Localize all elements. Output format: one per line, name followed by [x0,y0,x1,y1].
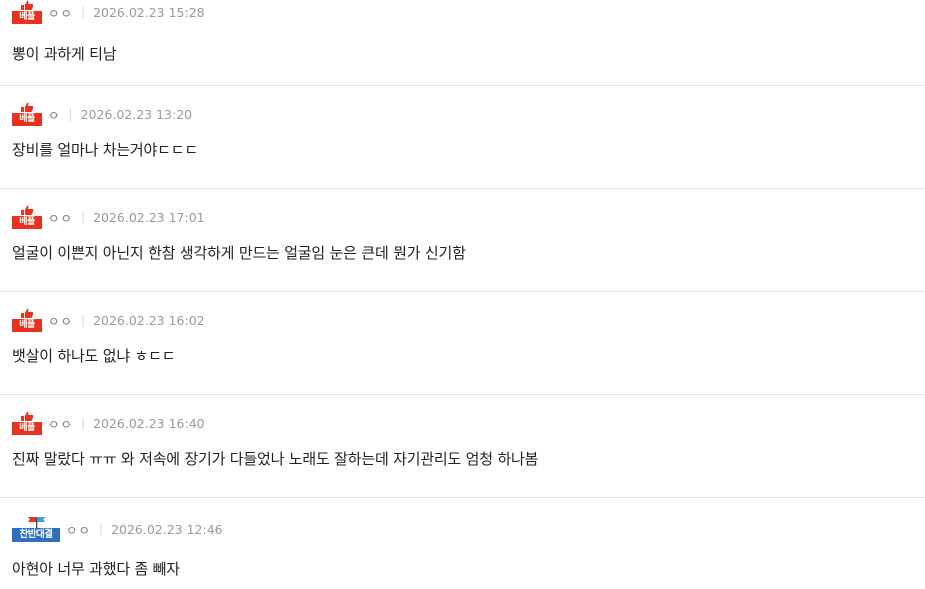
thumbs-up-icon [21,102,34,112]
comment-date: 2026.02.23 15:28 [93,4,205,20]
comment-list: 베플 ㅇㅇ | 2026.02.23 15:28 뽕이 과하게 티남 베플 ㅇ … [0,0,925,586]
comment-date: 2026.02.23 17:01 [93,209,205,225]
comment-meta: 베플 ㅇㅇ | 2026.02.23 16:02 [12,308,205,332]
comment-meta: 베플 ㅇ | 2026.02.23 13:20 [12,102,192,126]
best-badge-label: 베플 [12,319,42,332]
thumbs-up-icon [21,308,34,318]
comment-item: 베플 ㅇㅇ | 2026.02.23 16:40 진짜 말랐다 ㅠㅠ 와 저속에… [0,395,925,498]
best-comment-badge: 베플 [12,205,42,229]
comment-meta: 찬반대결 ㅇㅇ | 2026.02.23 12:46 [12,516,223,542]
meta-divider: | [99,522,104,536]
comment-author[interactable]: ㅇㅇ [48,311,73,330]
best-comment-badge: 베플 [12,308,42,332]
comment-author[interactable]: ㅇㅇ [48,208,73,227]
comment-item: 베플 ㅇㅇ | 2026.02.23 17:01 얼굴이 이쁜지 아닌지 한참 … [0,189,925,292]
comment-text: 장비를 얼마나 차는거야ㄷㄷㄷ [12,141,198,159]
comment-author[interactable]: ㅇㅇ [48,3,73,22]
comment-text: 진짜 말랐다 ㅠㅠ 와 저속에 장기가 다들었나 노래도 잘하는데 자기관리도 … [12,450,539,468]
meta-divider: | [81,416,86,430]
meta-divider: | [81,5,86,19]
comment-author[interactable]: ㅇ [48,105,61,124]
best-badge-label: 베플 [12,422,42,435]
best-comment-badge: 베플 [12,102,42,126]
comment-meta: 베플 ㅇㅇ | 2026.02.23 16:40 [12,411,205,435]
comment-text: 뱃살이 하나도 없냐 ㅎㄷㄷ [12,347,176,365]
comment-meta: 베플 ㅇㅇ | 2026.02.23 15:28 [12,0,205,24]
debate-badge-label: 찬반대결 [12,528,60,542]
comment-text: 뽕이 과하게 티남 [12,45,117,63]
best-comment-badge: 베플 [12,411,42,435]
comment-date: 2026.02.23 13:20 [80,106,193,122]
meta-divider: | [81,210,86,224]
best-comment-badge: 베플 [12,0,42,24]
comment-item: 베플 ㅇㅇ | 2026.02.23 15:28 뽕이 과하게 티남 [0,0,925,86]
comment-text: 아현아 너무 과했다 좀 빼자 [12,560,180,578]
flags-icon [28,517,46,528]
comment-date: 2026.02.23 12:46 [111,521,223,537]
comment-item: 찬반대결 ㅇㅇ | 2026.02.23 12:46 아현아 너무 과했다 좀 … [0,498,925,586]
thumbs-up-icon [21,0,34,10]
best-badge-label: 베플 [12,216,42,229]
comment-date: 2026.02.23 16:02 [93,312,205,328]
comment-item: 베플 ㅇ | 2026.02.23 13:20 장비를 얼마나 차는거야ㄷㄷㄷ [0,86,925,189]
thumbs-up-icon [21,205,34,215]
comment-text: 얼굴이 이쁜지 아닌지 한참 생각하게 만드는 얼굴임 눈은 큰데 뭔가 신기함 [12,244,466,262]
meta-divider: | [81,313,86,327]
thumbs-up-icon [21,411,34,421]
comment-date: 2026.02.23 16:40 [93,415,205,431]
comment-item: 베플 ㅇㅇ | 2026.02.23 16:02 뱃살이 하나도 없냐 ㅎㄷㄷ [0,292,925,395]
best-badge-label: 베플 [12,11,42,24]
meta-divider: | [68,107,73,121]
comment-author[interactable]: ㅇㅇ [66,520,91,539]
comment-author[interactable]: ㅇㅇ [48,414,73,433]
comment-meta: 베플 ㅇㅇ | 2026.02.23 17:01 [12,205,205,229]
debate-badge: 찬반대결 [12,516,60,542]
best-badge-label: 베플 [12,113,42,126]
